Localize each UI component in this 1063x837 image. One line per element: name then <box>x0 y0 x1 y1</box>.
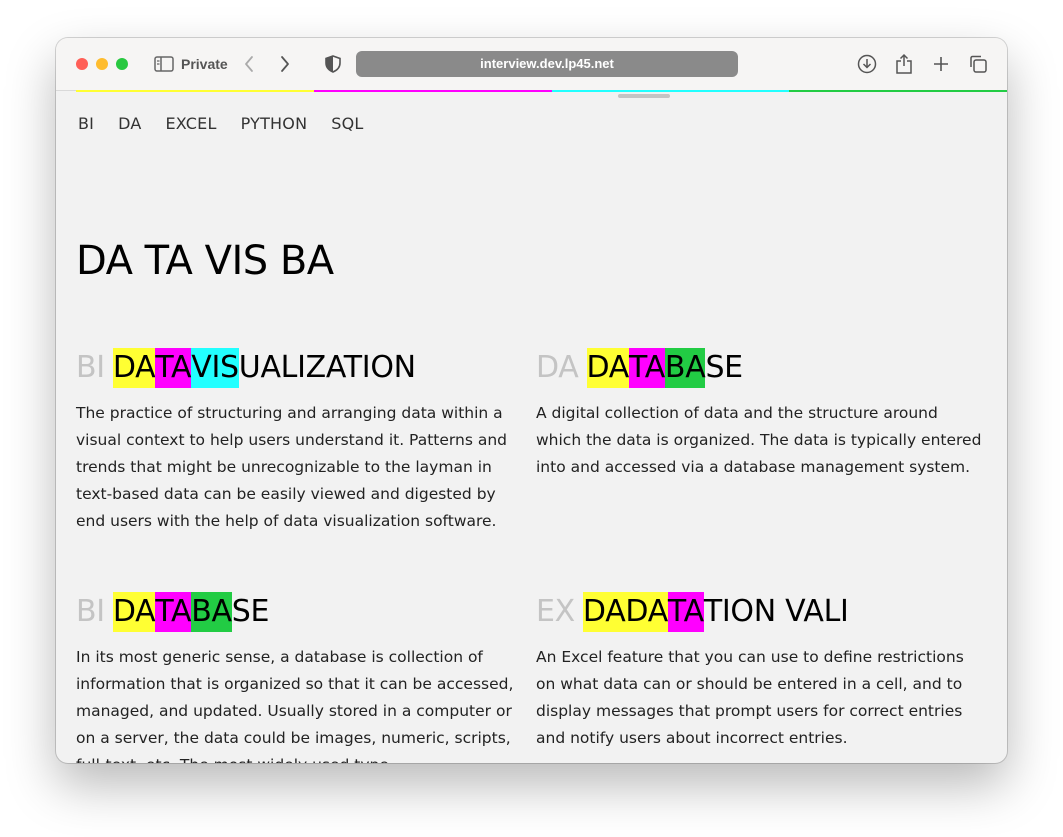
term-description: The practice of structuring and arrangin… <box>76 404 507 530</box>
private-mode-label: Private <box>181 56 228 72</box>
term-category: EX <box>536 594 575 629</box>
page-content: BI DA EXCEL PYTHON SQL DA TA VIS BA BI DA… <box>56 92 1007 763</box>
back-icon[interactable] <box>237 52 261 76</box>
forward-icon[interactable] <box>273 52 297 76</box>
term-card[interactable]: EX DADATATION VALI An Excel feature that … <box>536 592 986 752</box>
sidebar-toggle-icon[interactable] <box>152 52 176 76</box>
term-segment: DA <box>112 348 156 388</box>
share-icon[interactable] <box>892 52 916 76</box>
url-text[interactable]: interview.dev.lp45.net <box>356 56 738 71</box>
term-card[interactable]: BI DATABASE In its most generic sense, a … <box>76 592 526 763</box>
term-segment: DADA <box>582 592 668 632</box>
term-title: BI DATABASE <box>76 592 526 632</box>
nav-item-sql[interactable]: SQL <box>331 114 363 133</box>
term-category: BI <box>76 594 105 629</box>
address-bar[interactable]: interview.dev.lp45.net <box>356 51 738 77</box>
page-title: DA TA VIS BA <box>76 238 334 284</box>
browser-toolbar: Private interview.dev.lp45.net <box>56 38 1007 91</box>
privacy-shield-icon[interactable] <box>321 52 345 76</box>
term-segment: SE <box>231 594 270 629</box>
term-category: BI <box>76 350 105 385</box>
term-card[interactable]: DA DATABASE A digital collection of data … <box>536 348 986 481</box>
term-segment: TA <box>629 348 665 388</box>
term-segment: UALIZATION <box>238 350 416 385</box>
term-description: In its most generic sense, a database is… <box>76 648 514 763</box>
term-segment: VIS <box>191 348 239 388</box>
zoom-window-button[interactable] <box>116 58 128 70</box>
new-tab-icon[interactable] <box>929 52 953 76</box>
term-segment: TA <box>667 592 704 632</box>
minimize-window-button[interactable] <box>96 58 108 70</box>
term-card[interactable]: BI DATAVISUALIZATION The practice of stru… <box>76 348 526 535</box>
nav-item-python[interactable]: PYTHON <box>241 114 308 133</box>
download-icon[interactable] <box>855 52 879 76</box>
term-segment: TION VALI <box>703 594 849 629</box>
term-segment: TA <box>155 348 192 388</box>
term-description: An Excel feature that you can use to def… <box>536 648 964 747</box>
term-segment: BA <box>191 592 232 632</box>
term-title: EX DADATATION VALI <box>536 592 986 632</box>
close-window-button[interactable] <box>76 58 88 70</box>
tab-overview-icon[interactable] <box>966 52 990 76</box>
term-title: DA DATABASE <box>536 348 986 388</box>
nav-item-bi[interactable]: BI <box>78 114 94 133</box>
term-segment: SE <box>705 350 743 385</box>
term-segment: BA <box>664 348 706 388</box>
term-segment: DA <box>112 592 156 632</box>
nav-item-da[interactable]: DA <box>118 114 141 133</box>
category-nav: BI DA EXCEL PYTHON SQL <box>78 114 388 133</box>
term-category: DA <box>536 350 579 385</box>
term-title: BI DATAVISUALIZATION <box>76 348 526 388</box>
nav-item-excel[interactable]: EXCEL <box>166 114 217 133</box>
term-segment: TA <box>155 592 192 632</box>
term-description: A digital collection of data and the str… <box>536 404 982 476</box>
term-segment: DA <box>586 348 629 388</box>
browser-window: Private interview.dev.lp45.net BI DA EXC… <box>56 38 1007 763</box>
